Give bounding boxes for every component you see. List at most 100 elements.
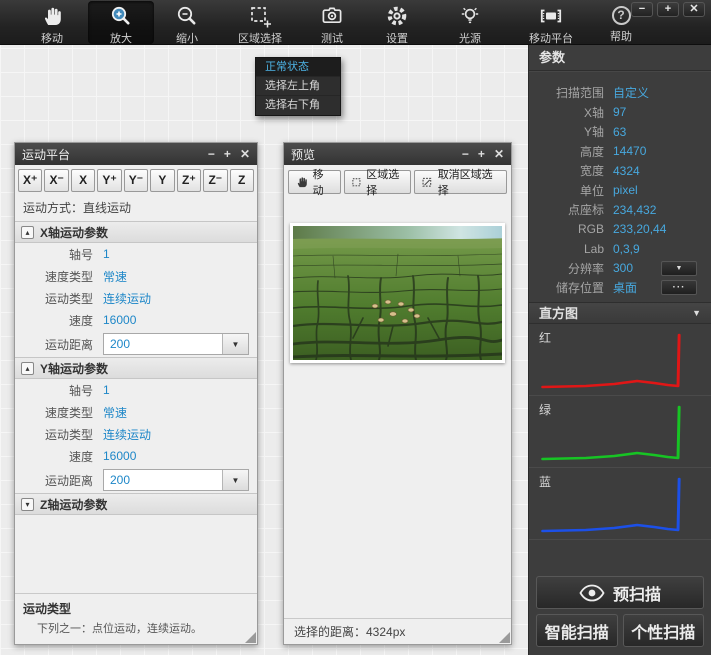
save-location-row: 储存位置 桌面 ···	[529, 278, 711, 298]
prescan-button[interactable]: 预扫描	[536, 576, 704, 609]
axis-x-button[interactable]: X	[71, 169, 95, 192]
axis-z-plus-button[interactable]: Z⁺	[177, 169, 201, 192]
param-value[interactable]: 桌面	[613, 279, 637, 296]
param-value[interactable]: 14470	[613, 144, 646, 158]
chevron-down-icon[interactable]: ▼	[222, 470, 248, 490]
toolbar-zoom-in-button[interactable]: 放大	[88, 1, 154, 44]
motion-panel-header[interactable]: 运动平台 − + ✕	[15, 143, 257, 165]
eye-icon	[579, 584, 605, 602]
dropdown-value: 200	[104, 473, 222, 487]
panel-minimize-button[interactable]: −	[462, 143, 469, 165]
toolbar-region-select-button[interactable]: 区域选择	[220, 1, 300, 44]
expand-icon[interactable]: ▾	[21, 498, 34, 511]
window-maximize-button[interactable]: +	[657, 2, 679, 17]
field-value[interactable]: 常速	[103, 404, 127, 421]
toolbar-settings-button[interactable]: 设置	[364, 1, 430, 44]
field-value[interactable]: 连续运动	[103, 426, 151, 443]
param-label: 扫描范围	[529, 84, 613, 101]
preview-image[interactable]	[293, 226, 502, 360]
param-value[interactable]: 97	[613, 105, 626, 119]
preview-move-label: 移动	[313, 166, 334, 198]
y-speed-row: 速度 16000	[15, 445, 257, 467]
motion-platform-panel: 运动平台 − + ✕ X⁺ X⁻ X Y⁺ Y⁻ Y Z⁺ Z⁻ Z 运动方式：…	[14, 142, 258, 645]
menu-item-select-bottom-right[interactable]: 选择右下角	[256, 96, 340, 115]
menu-item-select-top-left[interactable]: 选择左上角	[256, 77, 340, 96]
param-value[interactable]: 0,3,9	[613, 242, 640, 256]
field-label: 速度类型	[15, 268, 103, 285]
z-axis-section-header[interactable]: ▾ Z轴运动参数	[15, 493, 257, 515]
smart-scan-button[interactable]: 智能扫描	[536, 614, 618, 647]
resolution-dropdown-button[interactable]: ▼	[661, 261, 697, 276]
panel-close-button[interactable]: ✕	[494, 143, 504, 165]
toolbar-light-button[interactable]: 光源	[430, 1, 510, 44]
param-value[interactable]: pixel	[613, 183, 638, 197]
resize-grip[interactable]	[245, 632, 256, 643]
param-value[interactable]: 自定义	[613, 84, 649, 101]
histogram-section-header[interactable]: 直方图 ▼	[529, 302, 711, 324]
preview-cancel-region-label: 取消区域选择	[438, 166, 500, 198]
toolbar-zoom-out-button[interactable]: 缩小	[154, 1, 220, 44]
axis-z-button[interactable]: Z	[230, 169, 254, 192]
y-axis-section-header[interactable]: ▴ Y轴运动参数	[15, 357, 257, 379]
resize-grip[interactable]	[499, 632, 510, 643]
panel-minimize-button[interactable]: −	[208, 143, 215, 165]
toolbar-help-label: 帮助	[610, 28, 632, 44]
param-value[interactable]: 63	[613, 125, 626, 139]
param-value[interactable]: 233,20,44	[613, 222, 666, 236]
preview-move-button[interactable]: 移动	[288, 170, 341, 194]
window-minimize-button[interactable]: −	[631, 2, 653, 17]
x-axis-row: X轴 97	[529, 103, 711, 123]
collapse-icon[interactable]: ▴	[21, 226, 34, 239]
help-icon: ?	[612, 4, 631, 26]
axis-y-button[interactable]: Y	[150, 169, 174, 192]
motion-panel-footer: 运动类型 下列之一：点位运动，连续运动。	[15, 593, 257, 644]
param-value[interactable]: 300	[613, 261, 633, 275]
param-value[interactable]: 234,432	[613, 203, 656, 217]
window-close-button[interactable]: ✕	[683, 2, 705, 17]
browse-location-button[interactable]: ···	[661, 280, 697, 295]
toolbar-move-label: 移动	[41, 30, 63, 46]
light-bulb-icon	[458, 4, 482, 28]
axis-z-minus-button[interactable]: Z⁻	[203, 169, 227, 192]
custom-scan-button[interactable]: 个性扫描	[623, 614, 705, 647]
x-distance-dropdown[interactable]: 200 ▼	[103, 333, 249, 355]
param-value[interactable]: 4324	[613, 164, 640, 178]
custom-scan-label: 个性扫描	[631, 619, 695, 643]
preview-region-select-button[interactable]: 区域选择	[344, 170, 411, 194]
chevron-down-icon[interactable]: ▼	[692, 308, 701, 318]
toolbar-zoom-in-label: 放大	[110, 30, 132, 46]
axis-y-minus-button[interactable]: Y⁻	[124, 169, 148, 192]
menu-item-normal-state[interactable]: 正常状态	[256, 58, 340, 77]
param-label: 高度	[529, 143, 613, 160]
field-label: 运动距离	[15, 336, 103, 353]
preview-panel: 预览 − + ✕ 移动 区域选择 取消区域选择	[283, 142, 512, 645]
field-value[interactable]: 连续运动	[103, 290, 151, 307]
toolbar-move-button[interactable]: 移动	[16, 1, 88, 44]
x-axis-section-header[interactable]: ▴ X轴运动参数	[15, 221, 257, 243]
field-value[interactable]: 1	[103, 247, 110, 261]
preview-panel-header[interactable]: 预览 − + ✕	[284, 143, 511, 165]
chevron-down-icon[interactable]: ▼	[222, 334, 248, 354]
collapse-icon[interactable]: ▴	[21, 362, 34, 375]
field-value[interactable]: 1	[103, 383, 110, 397]
panel-maximize-button[interactable]: +	[478, 143, 485, 165]
panel-close-button[interactable]: ✕	[240, 143, 250, 165]
footer-text: 下列之一：点位运动，连续运动。	[23, 620, 249, 636]
field-value[interactable]: 16000	[103, 313, 136, 327]
axis-y-plus-button[interactable]: Y⁺	[97, 169, 121, 192]
panel-maximize-button[interactable]: +	[224, 143, 231, 165]
toolbar-test-button[interactable]: 测试	[300, 1, 364, 44]
field-value[interactable]: 常速	[103, 268, 127, 285]
field-value[interactable]: 16000	[103, 449, 136, 463]
motion-panel-empty-area	[15, 515, 257, 593]
axis-x-minus-button[interactable]: X⁻	[44, 169, 68, 192]
preview-panel-title: 预览	[291, 146, 462, 163]
preview-cancel-region-button[interactable]: 取消区域选择	[414, 170, 507, 194]
region-select-icon	[248, 4, 272, 28]
param-label: 点座标	[529, 201, 613, 218]
y-distance-dropdown[interactable]: 200 ▼	[103, 469, 249, 491]
motion-mode-label: 运动方式：直线运动	[15, 196, 257, 221]
axis-x-plus-button[interactable]: X⁺	[18, 169, 42, 192]
toolbar-platform-button[interactable]: 移动平台	[510, 1, 592, 44]
field-label: 运动类型	[15, 290, 103, 307]
